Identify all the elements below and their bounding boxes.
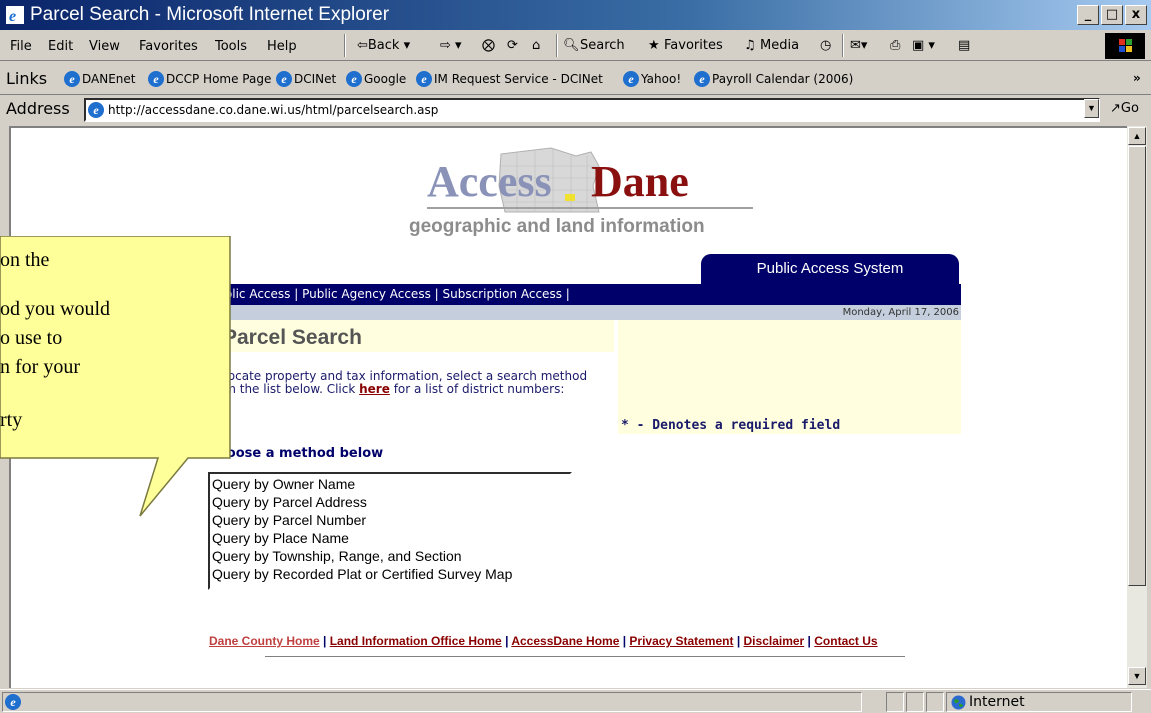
district-list-link[interactable]: here: [359, 382, 390, 396]
ie-page-icon: e: [694, 71, 710, 87]
menu-tools[interactable]: Tools: [215, 39, 247, 54]
scroll-thumb[interactable]: [1128, 146, 1146, 586]
edit-icon[interactable]: ▣ ▾: [912, 38, 935, 53]
back-button[interactable]: ⇦Back ▾: [357, 38, 410, 53]
link-im-request[interactable]: e IM Request Service - DCINet: [416, 71, 603, 87]
method-option-township[interactable]: Query by Township, Range, and Section: [212, 547, 568, 565]
ie-page-icon: e: [346, 71, 362, 87]
minimize-button[interactable]: _: [1077, 5, 1099, 25]
discuss-icon[interactable]: ▤: [958, 38, 970, 53]
ie-page-icon: e: [5, 694, 21, 710]
callout-line: od you would: [0, 298, 110, 320]
home-icon[interactable]: ⌂: [532, 38, 540, 53]
ie-page-icon: e: [64, 71, 80, 87]
address-label: Address: [6, 99, 70, 118]
address-dropdown-icon[interactable]: ▼: [1084, 99, 1099, 118]
info-panel: [618, 320, 961, 434]
logo-access-text: Access: [427, 157, 552, 206]
status-bar: e Internet: [0, 689, 1151, 713]
search-button[interactable]: Search: [580, 38, 625, 53]
menu-edit[interactable]: Edit: [48, 39, 73, 54]
method-option-place-name[interactable]: Query by Place Name: [212, 529, 568, 547]
logo-tagline: geographic and land information: [409, 216, 705, 237]
favorites-button[interactable]: Favorites: [664, 38, 723, 53]
status-text-cell: e: [2, 692, 862, 712]
search-icon[interactable]: 🔍︎: [563, 38, 580, 53]
link-dccp-home[interactable]: e DCCP Home Page: [148, 71, 271, 87]
callout-line: on the: [0, 249, 50, 271]
method-option-owner-name[interactable]: Query by Owner Name: [212, 475, 568, 493]
maximize-button[interactable]: □: [1101, 5, 1123, 25]
go-arrow-icon: ↗: [1110, 101, 1121, 116]
security-zone: Internet: [946, 692, 1132, 712]
access-nav[interactable]: Public Access | Public Agency Access | S…: [204, 284, 961, 305]
title-bar: e Parcel Search - Microsoft Internet Exp…: [0, 0, 1151, 30]
date-bar: Monday, April 17, 2006: [204, 305, 961, 320]
logo-divider: [427, 207, 753, 209]
link-payroll-calendar[interactable]: e Payroll Calendar (2006): [694, 71, 853, 87]
globe-icon: [951, 695, 966, 713]
footer-contact[interactable]: Contact Us: [814, 634, 877, 648]
ie-app-icon: e: [6, 6, 24, 25]
menu-file[interactable]: File: [10, 39, 32, 54]
print-icon[interactable]: ⎙: [890, 38, 900, 53]
address-bar: Address e http://accessdane.co.dane.wi.u…: [0, 96, 1151, 124]
address-field[interactable]: e http://accessdane.co.dane.wi.us/html/p…: [84, 98, 1100, 122]
page-title: Parcel Search: [223, 326, 362, 349]
callout-line: o use to: [0, 327, 62, 349]
media-button[interactable]: Media: [760, 38, 799, 53]
footer-dane-county-home[interactable]: Dane County Home: [209, 634, 320, 648]
scroll-up-icon[interactable]: ▲: [1128, 127, 1146, 145]
instruction-callout: on the od you would o use to n for your …: [0, 236, 231, 517]
scroll-down-icon[interactable]: ▼: [1128, 667, 1146, 685]
ie-page-icon: e: [148, 71, 164, 87]
callout-line: rty: [0, 409, 22, 431]
intro-text: To locate property and tax information, …: [208, 369, 588, 396]
search-method-listbox[interactable]: Query by Owner Name Query by Parcel Addr…: [208, 472, 572, 590]
refresh-icon[interactable]: ⟳: [507, 38, 518, 53]
ie-page-icon: e: [623, 71, 639, 87]
footer-links: Dane County Home | Land Information Offi…: [209, 634, 878, 648]
footer-disclaimer[interactable]: Disclaimer: [744, 634, 805, 648]
method-option-plat-survey[interactable]: Query by Recorded Plat or Certified Surv…: [212, 565, 568, 583]
close-button[interactable]: x: [1125, 5, 1147, 25]
window-title: Parcel Search - Microsoft Internet Explo…: [30, 4, 390, 25]
ie-page-icon: e: [88, 102, 104, 118]
mail-icon[interactable]: ✉▾: [850, 38, 867, 53]
forward-button[interactable]: ⇨ ▾: [440, 38, 462, 53]
media-icon[interactable]: ♫: [744, 38, 756, 53]
stop-icon[interactable]: ⨂: [482, 38, 495, 53]
ie-page-icon: e: [276, 71, 292, 87]
required-field-note: * - Denotes a required field: [621, 418, 841, 433]
footer-divider: [265, 656, 905, 657]
footer-land-info-office[interactable]: Land Information Office Home: [330, 634, 502, 648]
method-option-parcel-address[interactable]: Query by Parcel Address: [212, 493, 568, 511]
ie-page-icon: e: [416, 71, 432, 87]
footer-privacy[interactable]: Privacy Statement: [629, 634, 733, 648]
windows-logo-icon: [1105, 33, 1145, 59]
links-bar: Links e DANEnet e DCCP Home Page e DCINet e…: [0, 62, 1151, 95]
favorites-icon[interactable]: ★: [648, 38, 660, 53]
footer-accessdane-home[interactable]: AccessDane Home: [511, 634, 619, 648]
callout-line: n for your: [0, 356, 80, 378]
link-dcinet[interactable]: e DCINet: [276, 71, 336, 87]
vertical-scrollbar[interactable]: ▲ ▼: [1127, 126, 1147, 688]
links-label: Links: [6, 69, 48, 88]
menu-favorites[interactable]: Favorites: [139, 39, 198, 54]
links-more-chevron[interactable]: »: [1133, 71, 1141, 85]
public-access-system-tab[interactable]: Public Access System: [701, 254, 959, 284]
menu-bar: File Edit View Favorites Tools Help ⇦Bac…: [0, 31, 1151, 61]
method-heading: Choose a method below: [208, 446, 384, 461]
history-icon[interactable]: ◷: [820, 38, 831, 53]
menu-view[interactable]: View: [89, 39, 120, 54]
svg-text:e: e: [9, 8, 16, 24]
method-option-parcel-number[interactable]: Query by Parcel Number: [212, 511, 568, 529]
link-yahoo[interactable]: e Yahoo!: [623, 71, 681, 87]
menu-help[interactable]: Help: [267, 39, 297, 54]
address-url[interactable]: http://accessdane.co.dane.wi.us/html/par…: [108, 103, 438, 117]
logo-dane-text: Dane: [591, 157, 689, 206]
link-danenet[interactable]: e DANEnet: [64, 71, 136, 87]
go-button[interactable]: ↗Go: [1110, 101, 1139, 116]
link-google[interactable]: e Google: [346, 71, 406, 87]
